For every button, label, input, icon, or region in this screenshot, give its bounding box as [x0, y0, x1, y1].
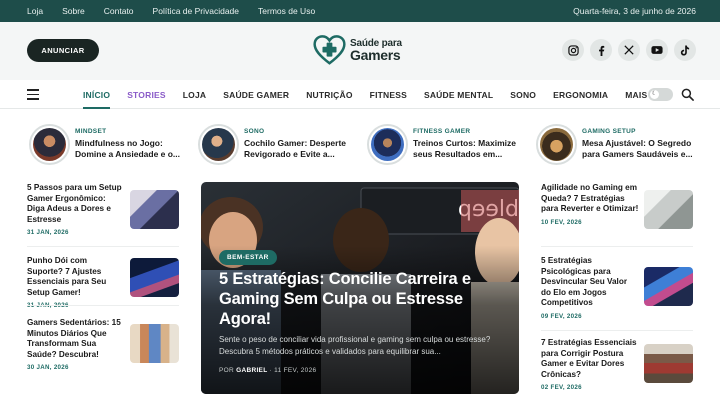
nav-item-nutricao[interactable]: NUTRIÇÃO: [306, 90, 352, 100]
featured-date: 11 FEV, 2026: [274, 367, 317, 374]
heart-cross-icon: [313, 35, 346, 65]
list-item[interactable]: Agilidade no Gaming em Queda? 7 Estratég…: [541, 183, 693, 229]
article-title[interactable]: 5 Estratégias Psicológicas para Desvincu…: [541, 256, 639, 309]
featured-meta: POR GABRIEL · 11 FEV, 2026: [219, 367, 316, 374]
article-date: 31 JAN, 2026: [27, 229, 69, 236]
article-title[interactable]: Agilidade no Gaming em Queda? 7 Estratég…: [541, 183, 639, 215]
divider: [27, 305, 179, 306]
article-thumbnail[interactable]: [130, 324, 179, 363]
story-avatar: [367, 124, 408, 165]
main-nav: INÍCIO STORIES LOJA SAÚDE GAMER NUTRIÇÃO…: [0, 80, 720, 109]
article-thumbnail[interactable]: [644, 267, 693, 306]
article-thumbnail[interactable]: [644, 190, 693, 229]
site-logo[interactable]: Saúde para Gamers: [313, 35, 402, 65]
author-name[interactable]: GABRIEL: [236, 367, 267, 374]
story-title: Treinos Curtos: Maximize seus Resultados …: [413, 138, 516, 159]
top-link-contato[interactable]: Contato: [104, 6, 134, 16]
nav-item-sono[interactable]: SONO: [510, 90, 536, 100]
facebook-icon[interactable]: [590, 39, 612, 61]
site-header: ANUNCIAR Saúde para Gamers: [0, 22, 720, 80]
instagram-icon[interactable]: [562, 39, 584, 61]
nav-item-stories[interactable]: STORIES: [127, 90, 166, 100]
top-link-loja[interactable]: Loja: [27, 6, 43, 16]
x-icon[interactable]: [618, 39, 640, 61]
article-date: 02 FEV, 2026: [541, 384, 582, 391]
top-link-privacidade[interactable]: Política de Privacidade: [153, 6, 239, 16]
divider: [27, 246, 179, 247]
article-thumbnail[interactable]: [130, 258, 179, 297]
list-item[interactable]: 7 Estratégias Essenciais para Corrigir P…: [541, 338, 693, 391]
story-item[interactable]: MINDSET Mindfulness no Jogo: Domine a Ans…: [29, 124, 180, 165]
search-icon[interactable]: [681, 88, 694, 101]
list-item[interactable]: Gamers Sedentários: 15 Minutos Diários Q…: [27, 318, 179, 371]
story-avatar: [29, 124, 70, 165]
featured-excerpt: Sente o peso de conciliar vida profissio…: [219, 335, 491, 356]
story-category: SONO: [244, 128, 265, 135]
list-item[interactable]: 5 Passos para um Setup Gamer Ergonômico:…: [27, 183, 179, 236]
article-title[interactable]: 5 Passos para um Setup Gamer Ergonômico:…: [27, 183, 125, 225]
story-item[interactable]: FITNESS GAMER Treinos Curtos: Maximize se…: [367, 124, 516, 165]
article-date: 09 FEV, 2026: [541, 312, 582, 320]
nav-item-loja[interactable]: LOJA: [183, 90, 206, 100]
logo-line-2: Gamers: [350, 46, 401, 63]
nav-menu: INÍCIO STORIES LOJA SAÚDE GAMER NUTRIÇÃO…: [83, 80, 673, 109]
featured-title[interactable]: 5 Estratégias: Concilie Carreira e Gamin…: [219, 269, 509, 329]
story-item[interactable]: SONO Cochilo Gamer: Desperte Revigorado e…: [198, 124, 346, 165]
story-item[interactable]: GAMING SETUP Mesa Ajustável: O Segredo pa…: [536, 124, 693, 165]
article-date: 30 JAN, 2026: [27, 364, 69, 371]
nav-item-ergonomia[interactable]: ERGONOMIA: [553, 90, 608, 100]
article-thumbnail[interactable]: [130, 190, 179, 229]
logo-text: Saúde para Gamers: [350, 38, 402, 63]
story-avatar: [198, 124, 239, 165]
story-title: Cochilo Gamer: Desperte Revigorado e Evit…: [244, 138, 347, 159]
list-item[interactable]: Punho Dói com Suporte? 7 Ajustes Essenci…: [27, 256, 179, 309]
menu-hamburger-icon[interactable]: [27, 89, 39, 100]
category-badge[interactable]: BEM-ESTAR: [219, 250, 277, 265]
author-prefix: POR: [219, 367, 234, 374]
top-links: Loja Sobre Contato Política de Privacida…: [27, 6, 334, 16]
article-title[interactable]: Punho Dói com Suporte? 7 Ajustes Essenci…: [27, 256, 125, 298]
top-bar: Loja Sobre Contato Política de Privacida…: [0, 0, 720, 22]
story-title: Mindfulness no Jogo: Domine a Ansiedade e…: [75, 138, 181, 159]
article-thumbnail[interactable]: [644, 344, 693, 383]
story-title: Mesa Ajustável: O Segredo para Gamers Sau…: [582, 138, 693, 159]
story-avatar: [536, 124, 577, 165]
social-links: [562, 39, 696, 61]
divider: [541, 330, 693, 331]
story-category: MINDSET: [75, 128, 107, 135]
nav-item-inicio[interactable]: INÍCIO: [83, 90, 111, 109]
divider: [541, 246, 693, 247]
article-title[interactable]: 7 Estratégias Essenciais para Corrigir P…: [541, 338, 639, 380]
youtube-icon[interactable]: [646, 39, 668, 61]
dark-mode-toggle[interactable]: ☾: [648, 88, 673, 101]
nav-item-saude-gamer[interactable]: SAÚDE GAMER: [223, 90, 289, 100]
featured-article[interactable]: bleep BEM-ESTAR 5 Estratégias: Concilie …: [201, 182, 519, 394]
current-date: Quarta-feira, 3 de junho de 2026: [573, 6, 696, 16]
article-title[interactable]: Gamers Sedentários: 15 Minutos Diários Q…: [27, 318, 125, 360]
story-category: GAMING SETUP: [582, 128, 636, 135]
advertise-button[interactable]: ANUNCIAR: [27, 39, 99, 62]
story-category: FITNESS GAMER: [413, 128, 471, 135]
nav-item-fitness[interactable]: FITNESS: [370, 90, 407, 100]
top-link-sobre[interactable]: Sobre: [62, 6, 85, 16]
top-link-termos[interactable]: Termos de Uso: [258, 6, 315, 16]
nav-item-mais-label: MAIS: [625, 89, 648, 100]
tiktok-icon[interactable]: [674, 39, 696, 61]
moon-icon: ☾: [650, 90, 659, 99]
nav-item-saude-mental[interactable]: SAÚDE MENTAL: [424, 90, 493, 100]
list-item[interactable]: 5 Estratégias Psicológicas para Desvincu…: [541, 256, 693, 320]
